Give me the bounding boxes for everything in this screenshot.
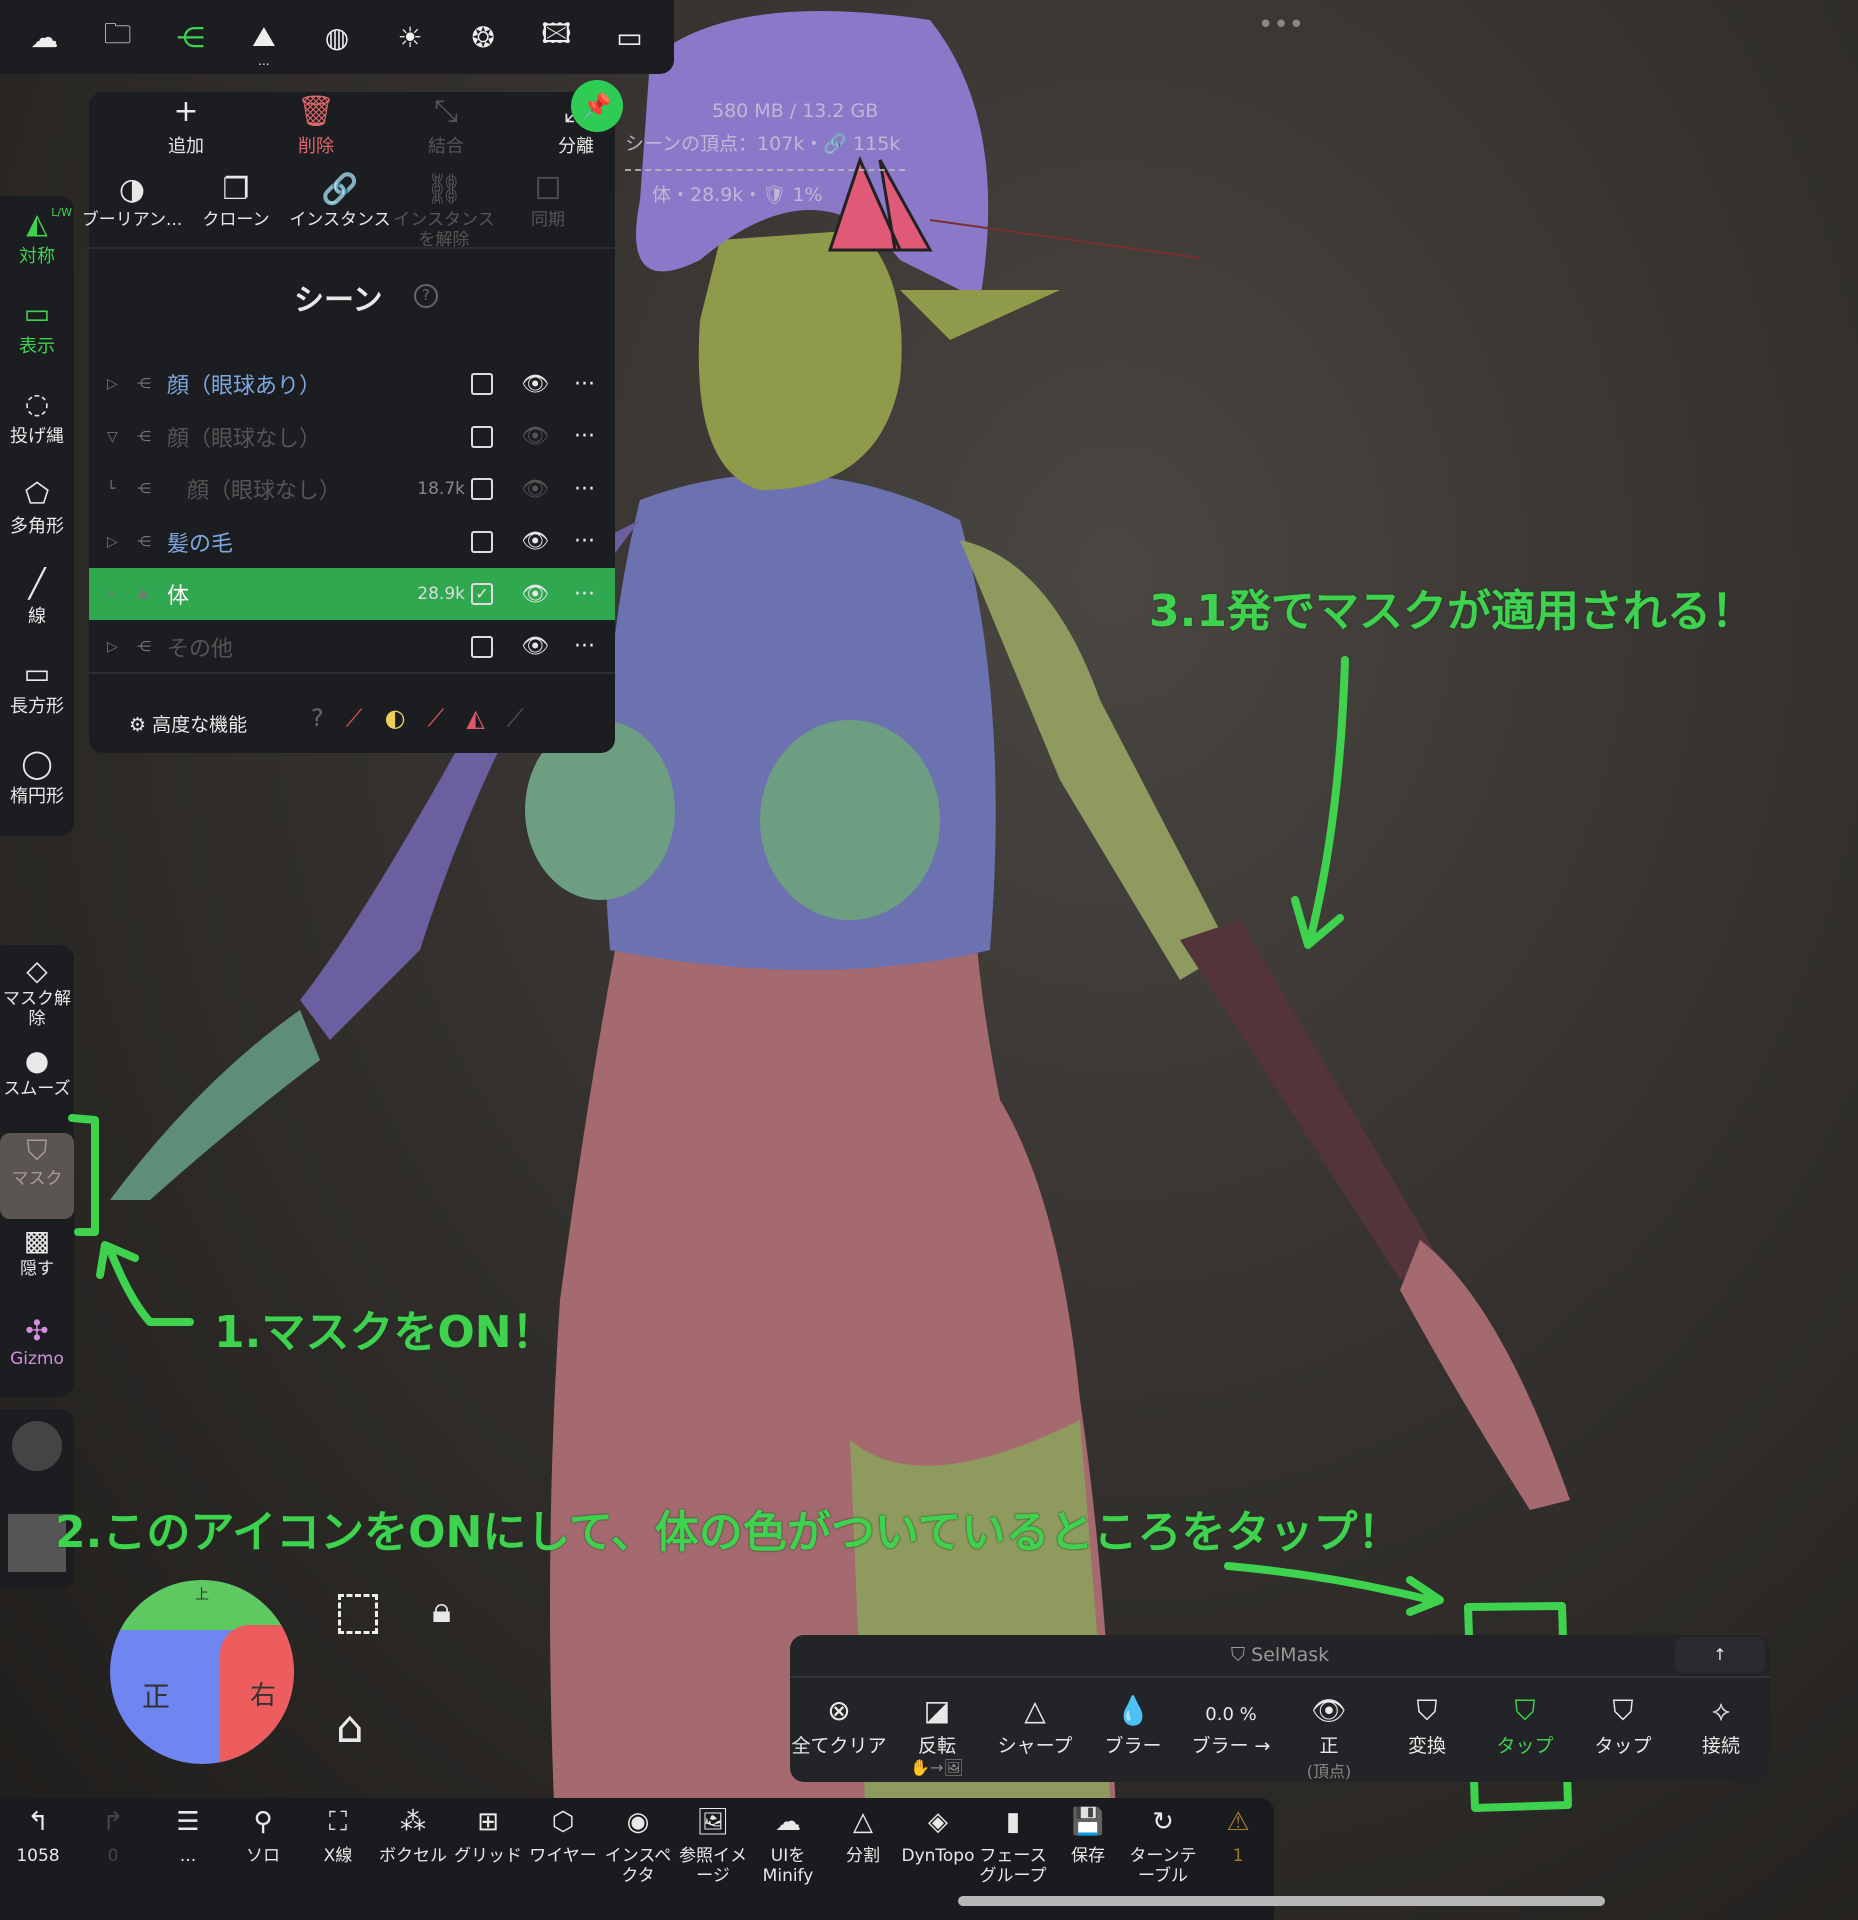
selmask-item-3[interactable]: 💧ブラー: [1084, 1691, 1182, 1758]
selmask-sublabel: ✋→🖼: [888, 1758, 986, 1777]
scrollbar[interactable]: [958, 1896, 1605, 1906]
bottom-tool-16[interactable]: ⚠1: [1200, 1812, 1276, 1866]
bottom-tool-5[interactable]: ⁂ボクセル: [375, 1812, 451, 1866]
bottom-tool-label: UIをMinify: [750, 1846, 826, 1886]
selmask-header: ⛉ SelMask: [790, 1635, 1770, 1675]
selmask-panel: ⛉ SelMask ↑ ⊗全てクリア◪反転✋→🖼△シャープ💧ブラー0.0 %ブラ…: [790, 1635, 1770, 1782]
selmask-icon: 0.0 %: [1182, 1691, 1280, 1731]
selmask-icon: ◪: [888, 1691, 986, 1731]
selmask-item-0[interactable]: ⊗全てクリア: [790, 1691, 888, 1758]
bottom-tool-label: DynTopo: [900, 1846, 976, 1866]
bottom-tool-1[interactable]: ↱0: [75, 1812, 151, 1866]
bottom-tool-icon: ☁: [750, 1812, 826, 1846]
selmask-icon: ⟡: [1672, 1691, 1770, 1731]
selmask-label: 反転: [888, 1731, 986, 1758]
bottom-tool-0[interactable]: ↰1058: [0, 1812, 76, 1866]
bottom-tool-2[interactable]: ☰...: [150, 1812, 226, 1866]
bottom-tool-icon: ◉: [600, 1812, 676, 1846]
bottom-tool-label: 0: [75, 1846, 151, 1866]
selmask-title: SelMask: [1251, 1644, 1329, 1666]
bottom-tool-icon: ↻: [1125, 1812, 1201, 1846]
selmask-label: ブラー →: [1182, 1731, 1280, 1758]
bottom-tool-icon: ▮: [975, 1812, 1051, 1846]
bottom-tool-icon: ⛶: [300, 1812, 376, 1846]
mask-icon: ⛉: [1231, 1644, 1251, 1666]
bottom-tool-9[interactable]: 🖼参照イメージ: [675, 1812, 751, 1886]
blur-value[interactable]: 0.0 %: [1205, 1704, 1256, 1725]
bottom-tool-4[interactable]: ⛶X線: [300, 1812, 376, 1866]
selmask-item-5[interactable]: 👁正(頂点): [1280, 1691, 1378, 1782]
bottom-tool-icon: ◈: [900, 1812, 976, 1846]
bottom-tool-label: インスペクタ: [600, 1846, 676, 1886]
selmask-icon: △: [986, 1691, 1084, 1731]
bottom-tool-12[interactable]: ◈DynTopo: [900, 1812, 976, 1866]
bottom-tool-icon: ⚠: [1200, 1812, 1276, 1846]
bottom-tool-10[interactable]: ☁UIをMinify: [750, 1812, 826, 1886]
annotation-arrows: [0, 0, 1858, 1920]
bottom-tool-icon: △: [825, 1812, 901, 1846]
selmask-label: 接続: [1672, 1731, 1770, 1758]
bottom-tool-label: 参照イメージ: [675, 1846, 751, 1886]
bottom-tool-icon: ⁂: [375, 1812, 451, 1846]
selmask-label: タップ: [1476, 1731, 1574, 1758]
selmask-item-1[interactable]: ◪反転✋→🖼: [888, 1691, 986, 1777]
bottom-tool-label: 1: [1200, 1846, 1276, 1866]
selmask-label: シャープ: [986, 1731, 1084, 1758]
bottom-tool-label: ターンテーブル: [1125, 1846, 1201, 1886]
bottom-tool-icon: ⚲: [225, 1812, 301, 1846]
bottom-tool-8[interactable]: ◉インスペクタ: [600, 1812, 676, 1886]
bottom-tool-15[interactable]: ↻ターンテーブル: [1125, 1812, 1201, 1886]
selmask-icon: ⛉: [1378, 1691, 1476, 1731]
selmask-label: 全てクリア: [790, 1731, 888, 1758]
bottom-tool-label: 1058: [0, 1846, 76, 1866]
selmask-icon: ⛉: [1476, 1691, 1574, 1731]
bottom-tool-6[interactable]: ⊞グリッド: [450, 1812, 526, 1866]
bottom-tool-label: 保存: [1050, 1846, 1126, 1866]
bottom-tool-icon: ☰: [150, 1812, 226, 1846]
bottom-tool-3[interactable]: ⚲ソロ: [225, 1812, 301, 1866]
selmask-label: タップ: [1574, 1731, 1672, 1758]
bottom-tool-11[interactable]: △分割: [825, 1812, 901, 1866]
selmask-label: 変換: [1378, 1731, 1476, 1758]
bottom-tool-icon: ↱: [75, 1812, 151, 1846]
selmask-item-2[interactable]: △シャープ: [986, 1691, 1084, 1758]
collapse-button[interactable]: ↑: [1675, 1637, 1765, 1673]
bottom-tool-label: ボクセル: [375, 1846, 451, 1866]
bottom-tool-label: X線: [300, 1846, 376, 1866]
selmask-icon: 💧: [1084, 1691, 1182, 1731]
selmask-icon: ⊗: [790, 1691, 888, 1731]
selmask-item-6[interactable]: ⛉変換: [1378, 1691, 1476, 1758]
bottom-tool-14[interactable]: 💾保存: [1050, 1812, 1126, 1866]
bottom-tool-icon: 🖼: [675, 1812, 751, 1846]
bottom-tool-label: グリッド: [450, 1846, 526, 1866]
bottom-tool-13[interactable]: ▮フェースグループ: [975, 1812, 1051, 1886]
bottom-tool-icon: ↰: [0, 1812, 76, 1846]
bottom-tool-label: ソロ: [225, 1846, 301, 1866]
selmask-sublabel: (頂点): [1280, 1758, 1378, 1782]
bottom-tool-icon: ⬡: [525, 1812, 601, 1846]
selmask-item-9[interactable]: ⟡接続: [1672, 1691, 1770, 1758]
selmask-label: 正: [1280, 1731, 1378, 1758]
bottom-tool-icon: ⊞: [450, 1812, 526, 1846]
bottom-tool-label: ...: [150, 1846, 226, 1866]
selmask-item-7[interactable]: ⛉タップ: [1476, 1691, 1574, 1758]
bottom-tool-label: 分割: [825, 1846, 901, 1866]
selmask-item-4[interactable]: 0.0 % ブラー →: [1182, 1691, 1280, 1758]
selmask-icon: ⛉: [1574, 1691, 1672, 1731]
bottom-tool-7[interactable]: ⬡ワイヤー: [525, 1812, 601, 1866]
selmask-item-8[interactable]: ⛉タップ: [1574, 1691, 1672, 1758]
bottom-tool-label: ワイヤー: [525, 1846, 601, 1866]
bottom-tool-label: フェースグループ: [975, 1846, 1051, 1886]
selmask-label: ブラー: [1084, 1731, 1182, 1758]
divider: [790, 1676, 1770, 1678]
bottom-tool-icon: 💾: [1050, 1812, 1126, 1846]
selmask-icon: 👁: [1280, 1691, 1378, 1731]
